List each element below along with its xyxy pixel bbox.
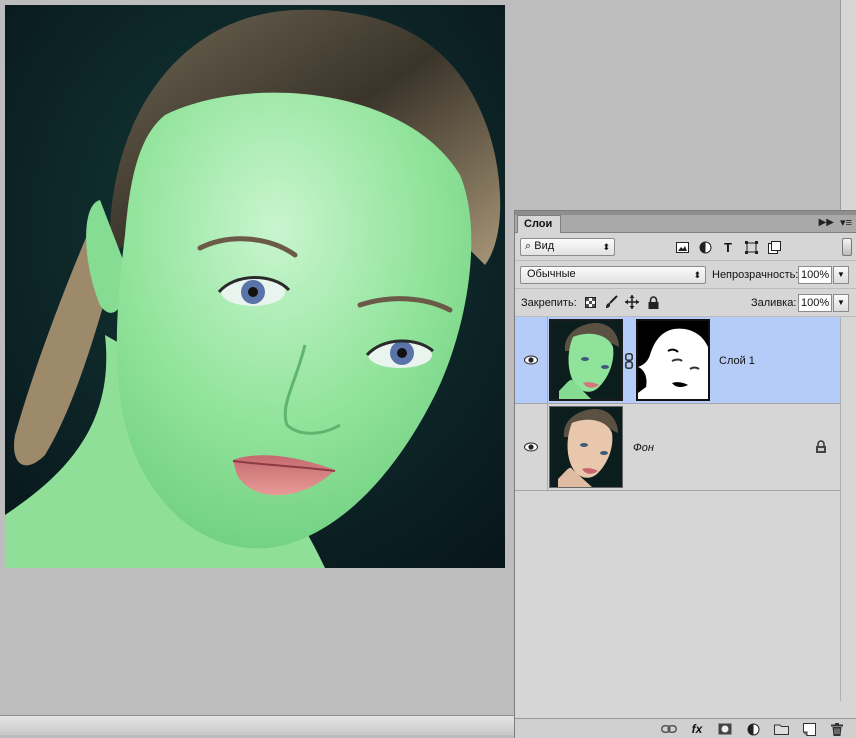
lock-position-move-icon[interactable] <box>625 295 639 309</box>
fx-icon[interactable]: fx <box>689 722 705 736</box>
visibility-eye-icon[interactable] <box>524 353 538 367</box>
new-group-icon[interactable] <box>773 722 789 736</box>
updown-arrow-icon: ⬍ <box>602 242 610 252</box>
layer-name[interactable]: Фон <box>633 442 654 454</box>
new-layer-icon[interactable] <box>801 722 817 736</box>
visibility-eye-icon[interactable] <box>524 440 538 454</box>
layer-row[interactable]: Слой 1 <box>515 317 840 404</box>
portrait-image <box>5 5 505 568</box>
layer-name[interactable]: Слой 1 <box>719 355 755 367</box>
add-mask-icon[interactable] <box>717 722 733 736</box>
type-filter-icon[interactable]: T <box>721 240 735 255</box>
filter-toggle-switch[interactable] <box>842 238 852 256</box>
smart-object-filter-icon[interactable] <box>767 240 781 254</box>
lock-all-icon[interactable] <box>646 295 660 309</box>
filter-kind-label: Вид <box>534 240 555 252</box>
shape-filter-icon[interactable] <box>744 240 758 254</box>
layer-row[interactable]: Фон <box>515 404 840 491</box>
tab-layers[interactable]: Слои <box>517 215 561 233</box>
fill-input[interactable]: 100% <box>798 294 832 312</box>
layer-thumbnail[interactable] <box>549 406 623 488</box>
filter-row: ⌕ Вид ⬍ T <box>515 233 856 261</box>
blend-mode-select[interactable]: Обычные ⬍ <box>520 266 706 284</box>
layer-locked-icon[interactable] <box>815 440 827 453</box>
delete-layer-icon[interactable] <box>829 722 845 736</box>
canvas-vertical-scrollbar[interactable] <box>840 0 856 210</box>
layers-bottom-toolbar: fx <box>515 718 856 738</box>
fill-slider-button[interactable]: ▼ <box>833 294 849 312</box>
opacity-label: Непрозрачность: <box>712 269 799 281</box>
search-icon: ⌕ <box>525 240 532 252</box>
lock-row: Закрепить: Заливка: 100% ▼ <box>515 289 856 317</box>
link-layers-icon[interactable] <box>661 722 677 736</box>
layers-panel: Слои ▶▶ ▾≡ ⌕ Вид ⬍ T Обычные ⬍ Непрозрач… <box>514 210 856 738</box>
lock-label: Закрепить: <box>521 297 577 309</box>
layer-mask-thumbnail[interactable] <box>636 319 710 401</box>
layers-scrollbar[interactable] <box>840 317 856 701</box>
collapse-panel-icon[interactable]: ▶▶ <box>819 217 834 228</box>
adjustment-filter-icon[interactable] <box>698 240 712 254</box>
adjustment-layer-icon[interactable] <box>745 722 761 736</box>
lock-transparency-icon[interactable] <box>583 295 597 309</box>
lock-pixels-brush-icon[interactable] <box>604 295 618 309</box>
opacity-slider-button[interactable]: ▼ <box>833 266 849 284</box>
document-image[interactable] <box>5 5 505 568</box>
canvas-horizontal-scrollbar[interactable] <box>0 715 514 735</box>
updown-arrow-icon: ⬍ <box>693 270 701 280</box>
layers-list: Слой 1 Фон <box>515 317 840 701</box>
blend-mode-value: Обычные <box>527 268 576 280</box>
opacity-input[interactable]: 100% <box>798 266 832 284</box>
panel-tab-bar: Слои ▶▶ ▾≡ <box>515 215 856 233</box>
layer-thumbnail[interactable] <box>549 319 623 401</box>
mask-link-chain-icon[interactable] <box>625 353 633 369</box>
blend-row: Обычные ⬍ Непрозрачность: 100% ▼ <box>515 261 856 289</box>
image-filter-icon[interactable] <box>675 240 689 254</box>
filter-kind-select[interactable]: ⌕ Вид ⬍ <box>520 238 615 256</box>
fill-label: Заливка: <box>751 297 797 309</box>
panel-menu-icon[interactable]: ▾≡ <box>840 216 852 229</box>
